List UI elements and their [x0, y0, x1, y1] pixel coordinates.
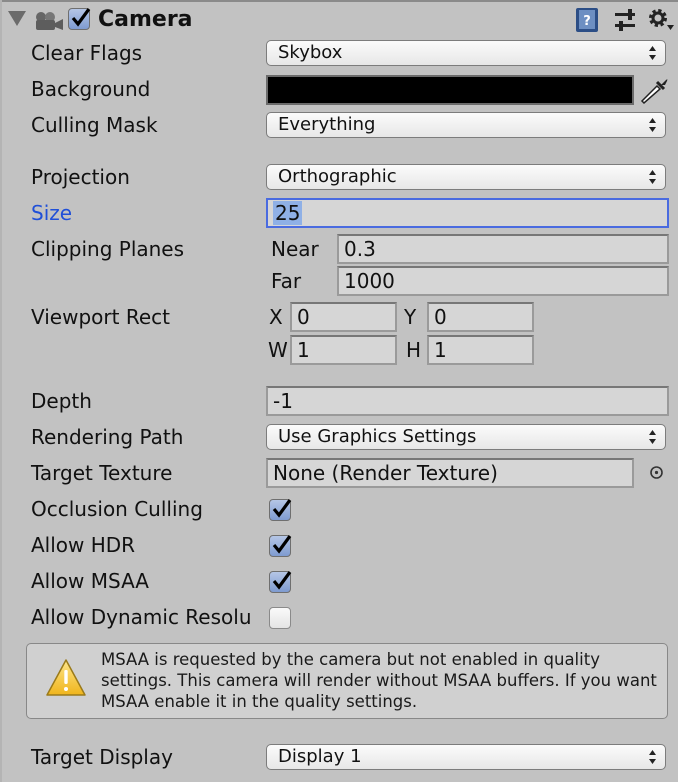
- target-texture-label: Target Texture: [31, 461, 173, 485]
- top-border: [0, 0, 678, 2]
- projection-value: Orthographic: [278, 166, 397, 187]
- near-input[interactable]: 0.3: [337, 234, 669, 264]
- allow-msaa-label: Allow MSAA: [31, 569, 149, 593]
- viewport-w-label: W: [268, 338, 288, 362]
- depth-label: Depth: [31, 389, 92, 413]
- target-display-dropdown[interactable]: Display 1: [266, 744, 666, 770]
- left-border: [0, 0, 2, 782]
- clear-flags-dropdown[interactable]: Skybox: [266, 40, 666, 66]
- warning-message: MSAA is requested by the camera but not …: [101, 650, 657, 711]
- allow-hdr-label: Allow HDR: [31, 533, 136, 557]
- rendering-path-value: Use Graphics Settings: [278, 426, 477, 447]
- far-label: Far: [271, 269, 302, 293]
- allow-msaa-checkbox[interactable]: [269, 571, 292, 593]
- help-book-icon[interactable]: ?: [575, 7, 599, 33]
- gear-icon[interactable]: [647, 7, 675, 33]
- background-color-swatch[interactable]: [266, 75, 634, 105]
- allow-dynamic-resolution-label: Allow Dynamic Resolu: [31, 605, 252, 629]
- target-texture-field[interactable]: None (Render Texture): [266, 458, 634, 488]
- projection-dropdown[interactable]: Orthographic: [266, 164, 666, 190]
- viewport-y-label: Y: [404, 305, 417, 329]
- occlusion-culling-label: Occlusion Culling: [31, 497, 203, 521]
- dropdown-arrows-icon: [649, 46, 656, 60]
- allow-hdr-checkbox[interactable]: [269, 535, 292, 557]
- clear-flags-value: Skybox: [278, 42, 343, 63]
- clear-flags-label: Clear Flags: [31, 41, 143, 65]
- viewport-y-input[interactable]: 0: [427, 302, 534, 332]
- dropdown-arrows-icon: [649, 118, 656, 132]
- target-display-value: Display 1: [278, 746, 362, 767]
- preset-sliders-icon[interactable]: [613, 8, 637, 32]
- dropdown-arrows-icon: [649, 750, 656, 764]
- culling-mask-value: Everything: [278, 114, 376, 135]
- depth-input[interactable]: -1: [266, 386, 669, 416]
- size-input[interactable]: 25: [266, 198, 669, 228]
- dropdown-arrows-icon: [649, 170, 656, 184]
- eyedropper-icon[interactable]: [640, 76, 670, 106]
- far-input[interactable]: 1000: [337, 266, 669, 296]
- allow-dynamic-resolution-checkbox[interactable]: [269, 607, 291, 629]
- camera-icon: [36, 12, 63, 30]
- clipping-planes-label: Clipping Planes: [31, 237, 185, 261]
- projection-label: Projection: [31, 165, 130, 189]
- viewport-x-label: X: [269, 305, 283, 329]
- rendering-path-dropdown[interactable]: Use Graphics Settings: [266, 424, 666, 450]
- msaa-warning-box: MSAA is requested by the camera but not …: [26, 643, 668, 719]
- svg-text:?: ?: [583, 14, 591, 29]
- component-title: Camera: [98, 7, 193, 32]
- dropdown-arrows-icon: [649, 430, 656, 444]
- warning-icon: [46, 659, 86, 696]
- background-label: Background: [31, 77, 151, 101]
- viewport-h-label: H: [406, 338, 422, 362]
- culling-mask-label: Culling Mask: [31, 113, 158, 137]
- viewport-w-input[interactable]: 1: [290, 335, 397, 365]
- viewport-h-input[interactable]: 1: [427, 335, 534, 365]
- viewport-rect-label: Viewport Rect: [31, 305, 170, 329]
- viewport-x-input[interactable]: 0: [290, 302, 397, 332]
- near-label: Near: [271, 237, 319, 261]
- object-picker-icon[interactable]: [649, 465, 664, 480]
- rendering-path-label: Rendering Path: [31, 425, 184, 449]
- culling-mask-dropdown[interactable]: Everything: [266, 112, 666, 138]
- foldout-triangle-icon[interactable]: [8, 11, 26, 26]
- component-enabled-checkbox[interactable]: [68, 8, 91, 30]
- size-value: 25: [273, 201, 303, 225]
- occlusion-culling-checkbox[interactable]: [269, 499, 292, 521]
- size-label: Size: [31, 201, 73, 225]
- target-display-label: Target Display: [31, 745, 173, 769]
